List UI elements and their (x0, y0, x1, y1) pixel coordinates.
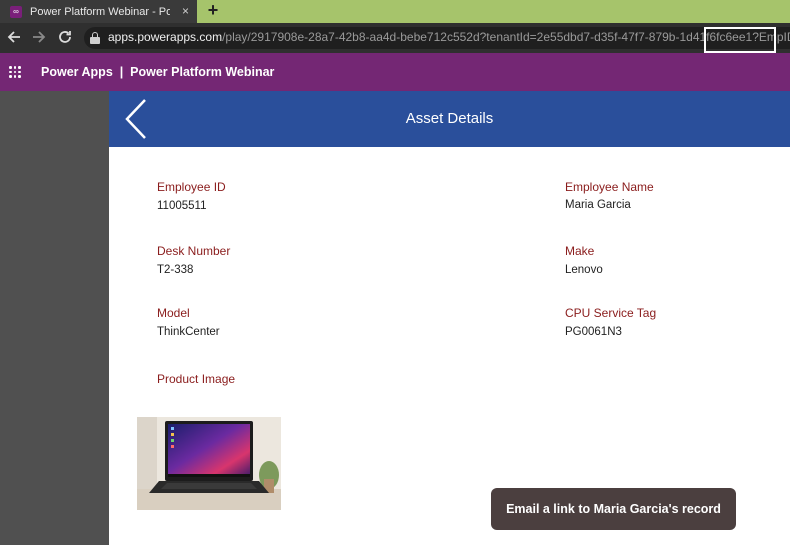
address-bar[interactable]: apps.powerapps.com/play/2917908e-28a7-42… (84, 27, 790, 49)
product-image (137, 417, 281, 510)
model-label: Model (157, 306, 190, 320)
cpu-service-tag-label: CPU Service Tag (565, 306, 657, 320)
waffle-menu-icon[interactable] (9, 66, 21, 78)
tab-title: Power Platform Webinar - Power (30, 5, 170, 18)
reload-icon[interactable] (56, 29, 74, 47)
employee-id-label: Employee ID (157, 180, 226, 194)
browser-tab[interactable]: ∞ Power Platform Webinar - Power × (0, 0, 197, 23)
power-apps-header: Power Apps | Power Platform Webinar (0, 53, 790, 91)
browser-tab-strip: ∞ Power Platform Webinar - Power × + (0, 0, 790, 23)
forward-arrow-icon[interactable] (30, 29, 48, 47)
make-label: Make (565, 244, 595, 258)
back-arrow-icon[interactable] (5, 29, 23, 47)
employee-name-value: Maria Garcia (565, 199, 631, 211)
desk-number-label: Desk Number (157, 244, 231, 258)
tab-close-icon[interactable]: × (182, 4, 189, 18)
browser-toolbar: apps.powerapps.com/play/2917908e-28a7-42… (0, 23, 790, 53)
lock-icon[interactable] (90, 32, 100, 44)
email-link-button[interactable]: Email a link to Maria Garcia's record (491, 488, 736, 530)
powerapps-favicon-icon: ∞ (10, 5, 22, 18)
employee-name-label: Employee Name (565, 180, 654, 194)
product-image-label: Product Image (157, 372, 236, 386)
app-title: Power Apps | Power Platform Webinar (41, 65, 275, 79)
url-text[interactable]: apps.powerapps.com/play/2917908e-28a7-42… (108, 30, 790, 44)
screen-title: Asset Details (405, 110, 494, 127)
cpu-service-tag-value: PG0061N3 (565, 326, 622, 338)
left-gutter (0, 91, 109, 545)
desk-number-value: T2-338 (157, 264, 194, 276)
model-value: ThinkCenter (157, 326, 220, 338)
screen-header: Asset Details (109, 91, 790, 147)
employee-id-value: 11005511 (157, 200, 207, 212)
make-value: Lenovo (565, 264, 603, 276)
new-tab-button[interactable]: + (203, 0, 223, 23)
url-query-highlight-box (704, 27, 776, 53)
